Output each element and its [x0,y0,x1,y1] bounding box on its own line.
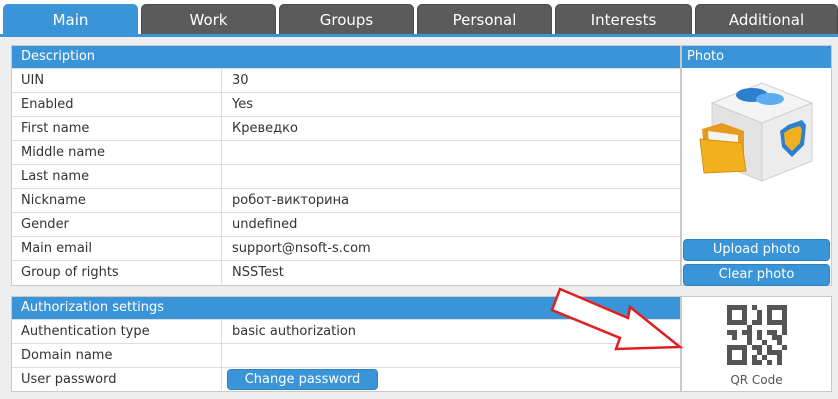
user-photo [692,73,822,188]
enabled-value: Yes [221,93,680,116]
table-row: Last name [12,164,680,188]
last-name-label: Last name [21,169,90,184]
table-row: Gender undefined [12,212,680,236]
tab-personal[interactable]: Personal [417,4,552,34]
main-email-label: Main email [21,241,93,256]
table-row: First name Креведко [12,116,680,140]
nickname-value: робот-викторина [221,189,680,212]
authentication-type-label: Authentication type [21,324,150,339]
user-password-value: Change password [221,368,680,392]
domain-name-label: Domain name [21,348,113,363]
table-row: Nickname робот-викторина [12,188,680,212]
nickname-label: Nickname [21,193,86,208]
tab-main[interactable]: Main [3,4,138,34]
user-password-label: User password [21,372,117,387]
qr-code-label: QR Code [730,373,783,387]
tab-additional[interactable]: Additional [695,4,838,34]
upload-photo-button[interactable]: Upload photo [683,239,830,261]
gender-value: undefined [221,213,680,236]
tab-groups[interactable]: Groups [279,4,414,34]
uin-label: UIN [21,73,45,88]
qr-section: QR Code [681,296,832,392]
tab-bar: Main Work Groups Personal Interests Addi… [3,4,838,34]
table-row: Main email support@nsoft-s.com [12,236,680,260]
tab-interests[interactable]: Interests [555,4,692,34]
group-of-rights-label: Group of rights [21,265,119,280]
change-password-button[interactable]: Change password [227,369,378,390]
qr-code-icon[interactable] [727,305,787,365]
table-row: Group of rights NSSTest [12,260,680,284]
table-row: Middle name [12,140,680,164]
middle-name-value [221,141,680,164]
first-name-label: First name [21,121,90,136]
group-of-rights-value: NSSTest [221,261,680,284]
middle-name-label: Middle name [21,145,105,160]
uin-value: 30 [221,69,680,92]
tab-work[interactable]: Work [141,4,276,34]
clear-photo-button[interactable]: Clear photo [683,264,830,286]
enabled-label: Enabled [21,97,74,112]
gender-label: Gender [21,217,69,232]
table-row: User password Change password [12,367,680,392]
table-row: UIN 30 [12,68,680,92]
description-header: Description [12,46,680,68]
photo-header: Photo [682,46,831,68]
photo-section: Photo Upload photo Clear photo [681,45,832,286]
last-name-value [221,165,680,188]
description-section: Description UIN 30 Enabled Yes First nam… [11,45,681,286]
first-name-value: Креведко [221,117,680,140]
main-email-value: support@nsoft-s.com [221,237,680,260]
table-row: Enabled Yes [12,92,680,116]
folder-shield-icon [699,82,814,182]
annotation-arrow [550,287,684,351]
